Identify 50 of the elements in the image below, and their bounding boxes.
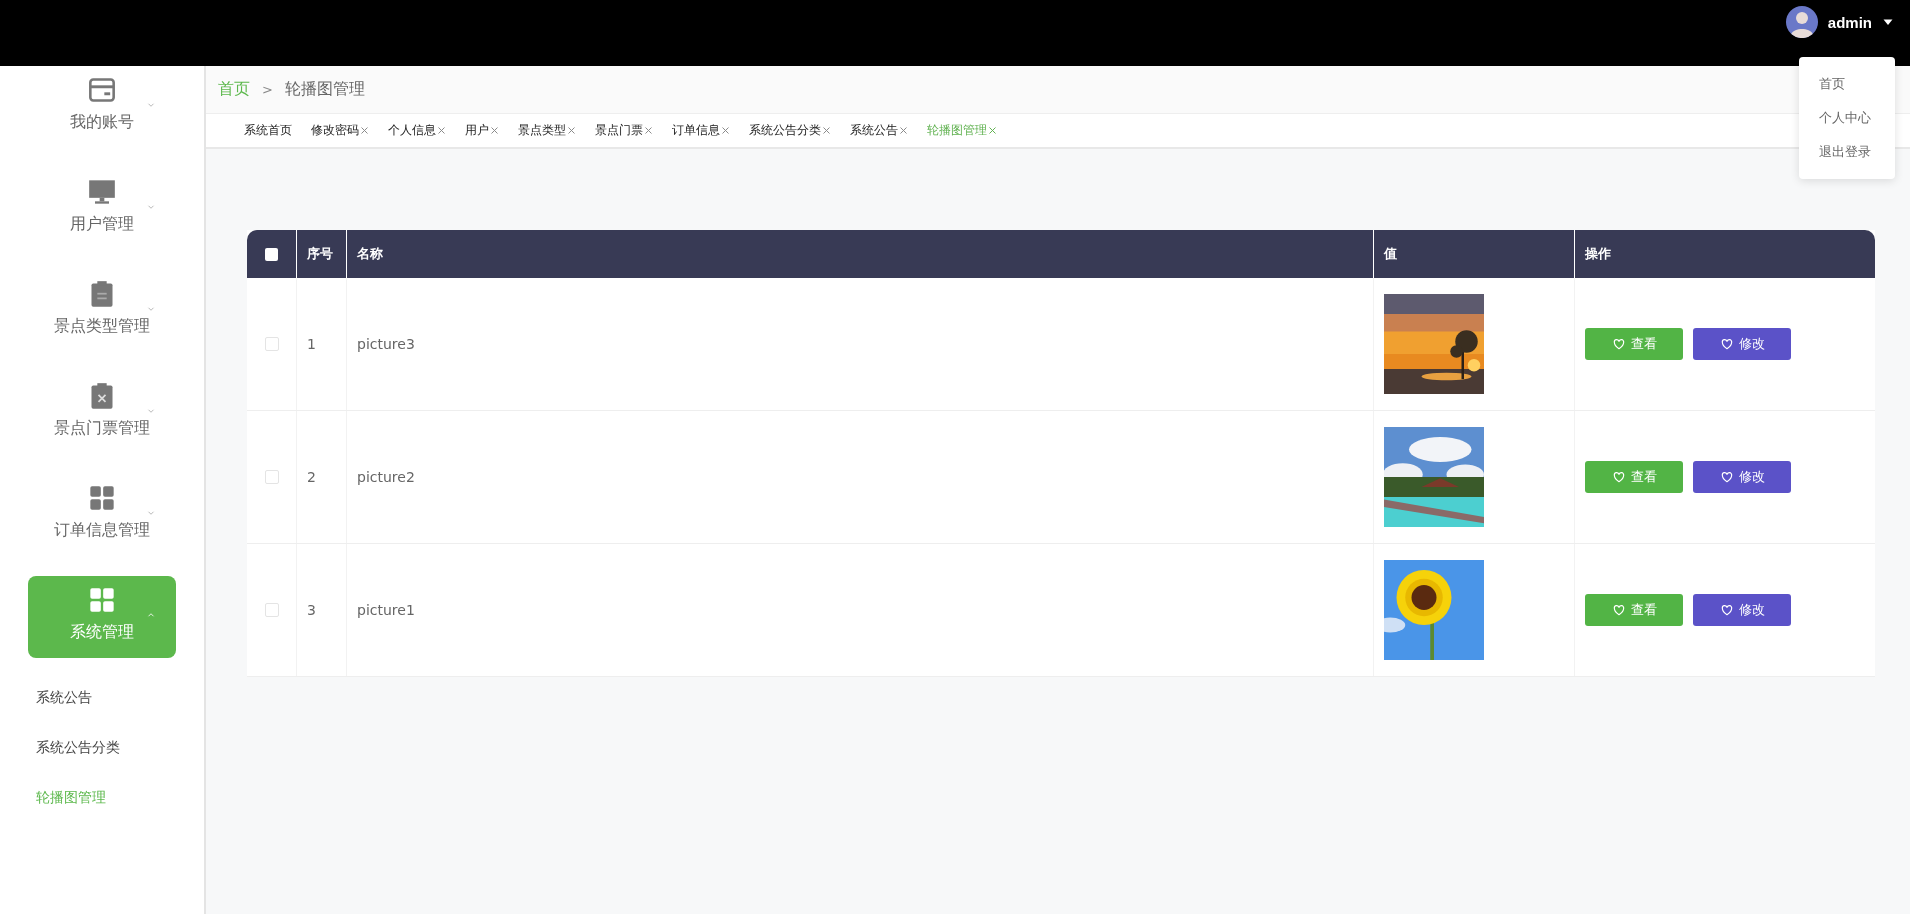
sidebar-item[interactable]: 用户管理: [28, 168, 176, 250]
edit-button[interactable]: 修改: [1693, 328, 1791, 360]
tab[interactable]: 订单信息: [672, 122, 730, 139]
grid-icon: [88, 484, 116, 512]
menu-item[interactable]: 个人中心: [1799, 101, 1895, 135]
checkbox[interactable]: [265, 247, 278, 261]
tab[interactable]: 景点门票: [595, 122, 653, 139]
heart-icon: [1719, 337, 1734, 351]
tab[interactable]: 系统公告分类: [749, 122, 831, 139]
tab[interactable]: 景点类型: [518, 122, 576, 139]
heart-icon: [1611, 603, 1626, 617]
sidebar-item[interactable]: 我的账号: [28, 66, 176, 148]
table-cell: picture2: [357, 469, 415, 485]
table-cell: picture1: [357, 602, 415, 618]
table-cell: 2: [307, 469, 316, 485]
checkbox[interactable]: [264, 470, 279, 484]
checkbox[interactable]: [264, 337, 279, 351]
column-header: 值: [1384, 245, 1397, 263]
table-cell: 1: [307, 336, 316, 352]
tab[interactable]: 系统公告: [850, 122, 908, 139]
heart-icon: [1719, 603, 1734, 617]
edit-button[interactable]: 修改: [1693, 461, 1791, 493]
heart-icon: [1611, 470, 1626, 484]
column-header: 序号: [307, 245, 333, 263]
table-cell: 3: [307, 602, 316, 618]
menu-item[interactable]: 退出登录: [1799, 135, 1895, 169]
grid-icon: [88, 586, 116, 614]
card-icon: [88, 76, 116, 104]
tab[interactable]: 修改密码: [311, 122, 369, 139]
column-header: 名称: [357, 245, 383, 263]
edit-button[interactable]: 修改: [1693, 594, 1791, 626]
menu-item[interactable]: 首页: [1799, 67, 1895, 101]
tab[interactable]: 系统首页: [244, 122, 292, 139]
sidebar-item[interactable]: 订单信息管理: [28, 474, 176, 556]
tab[interactable]: 用户: [465, 122, 499, 139]
avatar: [1785, 6, 1818, 38]
tab[interactable]: 个人信息: [388, 122, 446, 139]
heart-icon: [1719, 470, 1734, 484]
submenu-item[interactable]: 系统公告分类: [0, 722, 204, 772]
breadcrumb-current: 轮播图管理: [284, 79, 365, 100]
username[interactable]: admin: [1827, 13, 1872, 31]
heart-icon: [1611, 337, 1626, 351]
table-cell: picture3: [357, 336, 415, 352]
monitor-icon: [88, 178, 116, 206]
breadcrumb-separator: >: [262, 82, 273, 97]
submenu-item[interactable]: 系统公告: [0, 672, 204, 722]
sidebar-item[interactable]: 景点门票管理: [28, 372, 176, 454]
column-header: 操作: [1585, 245, 1611, 263]
checkbox[interactable]: [264, 603, 279, 617]
sidebar-item[interactable]: 景点类型管理: [28, 270, 176, 352]
